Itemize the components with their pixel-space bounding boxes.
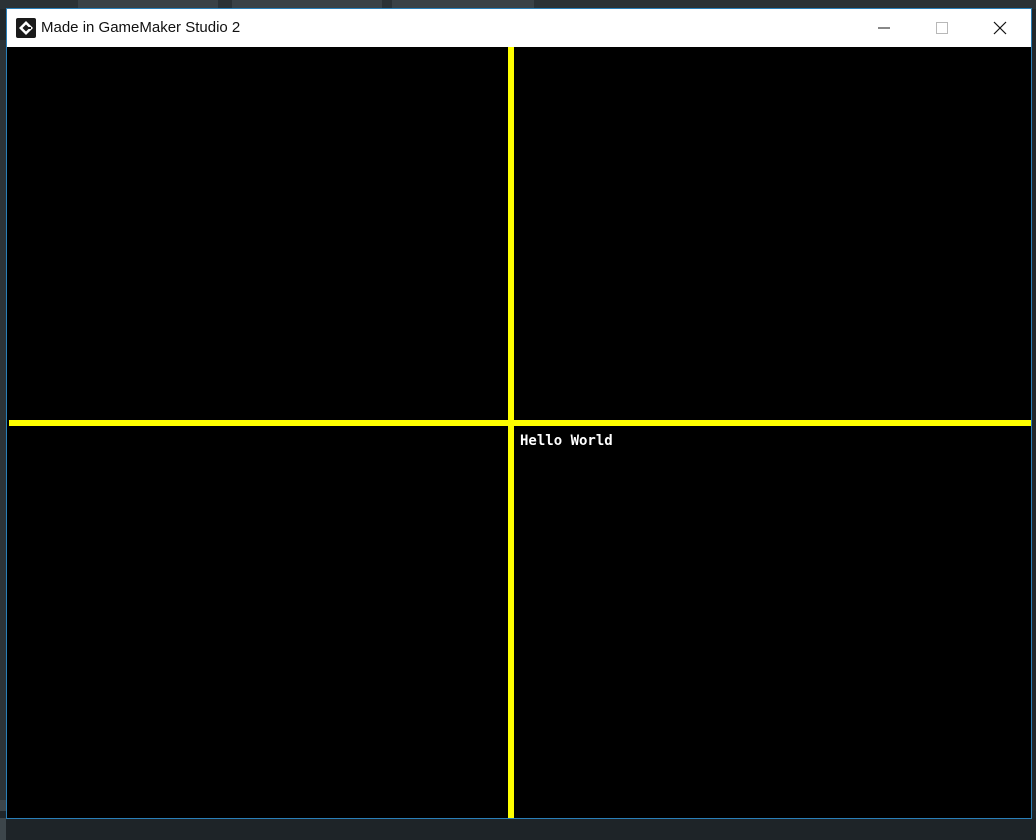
window-title: Made in GameMaker Studio 2 <box>41 19 241 36</box>
game-window: Made in GameMaker Studio 2 Hello World <box>7 9 1031 818</box>
minimize-icon <box>878 27 890 29</box>
gamemaker-icon <box>16 18 36 38</box>
maximize-button[interactable] <box>913 9 971 47</box>
background-tab[interactable] <box>392 0 534 9</box>
background-tab[interactable] <box>232 0 382 9</box>
crosshair-vertical-line <box>508 47 514 818</box>
minimize-button[interactable] <box>855 9 913 47</box>
title-bar[interactable]: Made in GameMaker Studio 2 <box>7 9 1031 47</box>
close-button[interactable] <box>971 9 1029 47</box>
background-tab[interactable] <box>78 0 218 9</box>
crosshair-horizontal-line <box>9 420 1031 426</box>
game-viewport[interactable]: Hello World <box>7 47 1031 818</box>
hello-world-text: Hello World <box>520 433 613 449</box>
background-panel-marker <box>0 800 6 840</box>
close-icon <box>993 21 1007 35</box>
maximize-icon <box>936 22 948 34</box>
background-tab-strip <box>0 0 1036 9</box>
background-side-panel <box>0 40 7 840</box>
